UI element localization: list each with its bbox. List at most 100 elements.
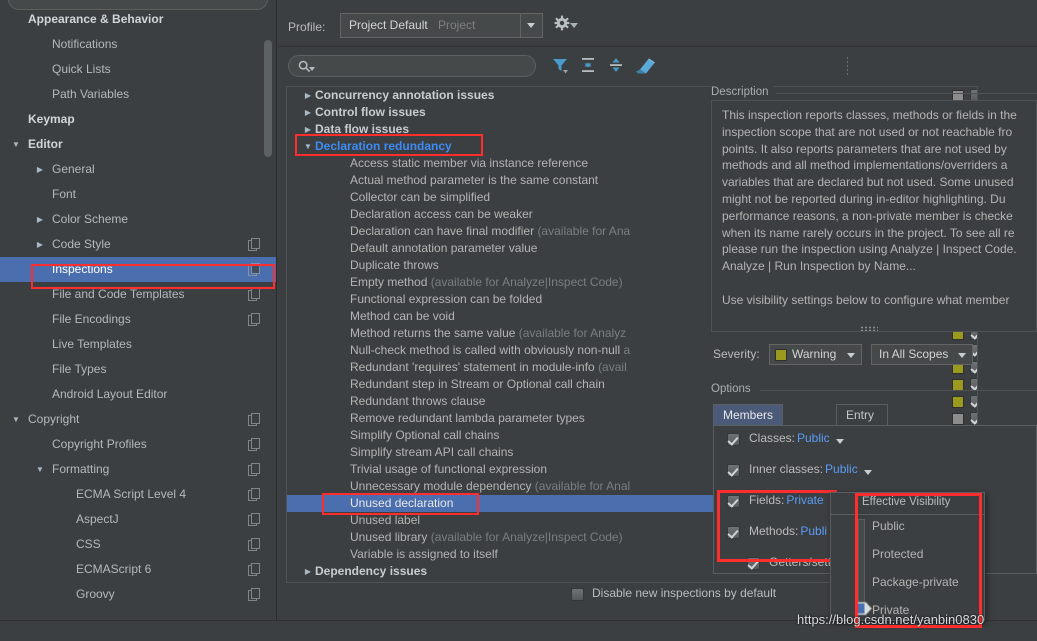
sidebar-item-live-templates[interactable]: Live Templates (0, 332, 276, 357)
copy-settings-icon[interactable] (248, 263, 260, 276)
reset-to-empty-button[interactable] (634, 55, 658, 77)
tab-members-to-report[interactable]: Members to report (713, 404, 784, 443)
option-row: Classes: Public (714, 426, 1036, 457)
sidebar-item-aspectj[interactable]: AspectJ (0, 507, 276, 532)
option-checkbox[interactable] (727, 495, 740, 508)
copy-settings-icon[interactable] (248, 588, 260, 601)
inspection-label-suffix: (available for Anal (534, 479, 631, 493)
profile-combobox[interactable]: Project Default Project (340, 13, 543, 38)
sidebar-item-label: Copyright (28, 412, 80, 426)
inspection-label-suffix: (avail (598, 360, 627, 374)
copy-settings-icon[interactable] (248, 238, 260, 251)
severity-combobox[interactable]: Warning (769, 344, 862, 365)
inspection-label: Trivial usage of functional expression (350, 462, 547, 476)
option-checkbox[interactable] (747, 557, 760, 570)
popup-item-package-private[interactable]: Package-private (872, 575, 959, 589)
copy-settings-icon[interactable] (248, 288, 260, 301)
copy-settings-icon[interactable] (248, 438, 260, 451)
resize-grip-icon[interactable] (860, 326, 878, 331)
search-icon[interactable] (298, 60, 315, 76)
sidebar-item-file-types[interactable]: File Types (0, 357, 276, 382)
copy-settings-icon[interactable] (248, 313, 260, 326)
sidebar-item-ecma-script-level-4[interactable]: ECMA Script Level 4 (0, 482, 276, 507)
chevron-down-icon[interactable] (863, 470, 872, 475)
description-box[interactable]: This inspection reports classes, methods… (711, 100, 1037, 332)
expand-all-button[interactable] (578, 55, 602, 77)
copy-settings-icon[interactable] (248, 563, 260, 576)
sidebar-item-copyright-profiles[interactable]: Copyright Profiles (0, 432, 276, 457)
popup-item-public[interactable]: Public (872, 519, 905, 533)
chevron-down-icon[interactable]: ▼ (34, 457, 46, 482)
copy-settings-icon[interactable] (248, 538, 260, 551)
chevron-right-icon[interactable]: ▶ (302, 121, 314, 138)
search-box[interactable] (288, 55, 536, 77)
visibility-slider-track[interactable] (858, 519, 865, 613)
option-label: Getters/sett (769, 555, 832, 569)
copy-settings-icon[interactable] (248, 513, 260, 526)
copy-settings-icon[interactable] (248, 463, 260, 476)
chevron-right-icon[interactable]: ▶ (34, 207, 46, 232)
popup-title: Effective Visibility (862, 496, 951, 508)
sidebar-item-label: Color Scheme (52, 212, 129, 226)
chevron-down-icon[interactable] (835, 439, 844, 444)
chevron-down-icon[interactable]: ▼ (10, 407, 22, 432)
gear-icon-button[interactable] (554, 15, 578, 35)
option-checkbox[interactable] (727, 464, 740, 477)
filter-inspections-button[interactable] (550, 55, 574, 77)
sidebar-item-inspections[interactable]: Inspections (0, 257, 276, 282)
sidebar-item-css[interactable]: CSS (0, 532, 276, 557)
sidebar-item-appearance-behavior[interactable]: Appearance & Behavior (0, 7, 276, 32)
profile-dropdown-button[interactable] (520, 14, 542, 37)
effective-visibility-popup[interactable]: Effective Visibility Public Protected Pa… (830, 492, 985, 621)
search-input[interactable] (317, 58, 527, 76)
sidebar-item-label: Appearance & Behavior (28, 12, 164, 26)
sidebar-item-android-layout-editor[interactable]: Android Layout Editor (0, 382, 276, 407)
popup-item-protected[interactable]: Protected (872, 547, 923, 561)
option-label: Inner classes: (749, 462, 824, 476)
inspection-label: Data flow issues (315, 122, 410, 136)
sidebar-item-file-and-code-templates[interactable]: File and Code Templates (0, 282, 276, 307)
inspection-label: Dependency issues (315, 564, 428, 578)
sidebar-item-keymap[interactable]: Keymap (0, 107, 276, 132)
sidebar-item-label: Android Layout Editor (52, 387, 168, 401)
sidebar-item-formatting[interactable]: ▼ Formatting (0, 457, 276, 482)
inspection-label: Declaration can have final modifier (ava… (350, 224, 631, 238)
scope-combobox[interactable]: In All Scopes (871, 344, 973, 365)
chevron-right-icon[interactable]: ▶ (302, 87, 314, 104)
option-checkbox[interactable] (727, 526, 740, 539)
copy-settings-icon[interactable] (248, 413, 260, 426)
sidebar-item-path-variables[interactable]: Path Variables (0, 82, 276, 107)
chevron-right-icon[interactable]: ▶ (34, 157, 46, 182)
inspection-label: Method returns the same value (available… (350, 326, 627, 340)
tab-entry-points[interactable]: Entry points (836, 404, 889, 443)
sidebar-item-quick-lists[interactable]: Quick Lists (0, 57, 276, 82)
sidebar-item-color-scheme[interactable]: ▶ Color Scheme (0, 207, 276, 232)
option-value-link[interactable]: Public (825, 462, 858, 476)
sidebar-item-font[interactable]: Font (0, 182, 276, 207)
chevron-right-icon[interactable]: ▶ (302, 104, 314, 121)
sidebar-item-editor[interactable]: ▼ Editor (0, 132, 276, 157)
chevron-right-icon[interactable]: ▶ (302, 563, 314, 580)
option-checkbox[interactable] (727, 433, 740, 446)
sidebar-item-label: Keymap (28, 112, 75, 126)
profile-selected-value: Project Default (349, 18, 428, 32)
sidebar-item-general[interactable]: ▶ General (0, 157, 276, 182)
sidebar-scrollbar[interactable] (264, 40, 272, 157)
sidebar-item-code-style[interactable]: ▶ Code Style (0, 232, 276, 257)
chevron-down-icon[interactable]: ▼ (10, 132, 22, 157)
sidebar-item-file-encodings[interactable]: File Encodings (0, 307, 276, 332)
disable-new-inspections-checkbox[interactable] (571, 588, 584, 601)
sidebar-item-ecmascript-6[interactable]: ECMAScript 6 (0, 557, 276, 582)
sidebar-item-notifications[interactable]: Notifications (0, 32, 276, 57)
sidebar-item-groovy[interactable]: Groovy (0, 582, 276, 607)
inspection-label: Redundant 'requires' statement in module… (350, 360, 627, 374)
sidebar-item-copyright[interactable]: ▼ Copyright (0, 407, 276, 432)
option-value-link[interactable]: Public (797, 431, 830, 445)
option-value-link[interactable]: Publi (800, 524, 827, 538)
chevron-down-icon[interactable]: ▼ (302, 138, 314, 155)
inspection-label-suffix: (available for Ana (537, 224, 631, 238)
copy-settings-icon[interactable] (248, 488, 260, 501)
collapse-all-button[interactable] (606, 55, 630, 77)
option-value-link[interactable]: Private (786, 493, 823, 507)
chevron-right-icon[interactable]: ▶ (34, 232, 46, 257)
